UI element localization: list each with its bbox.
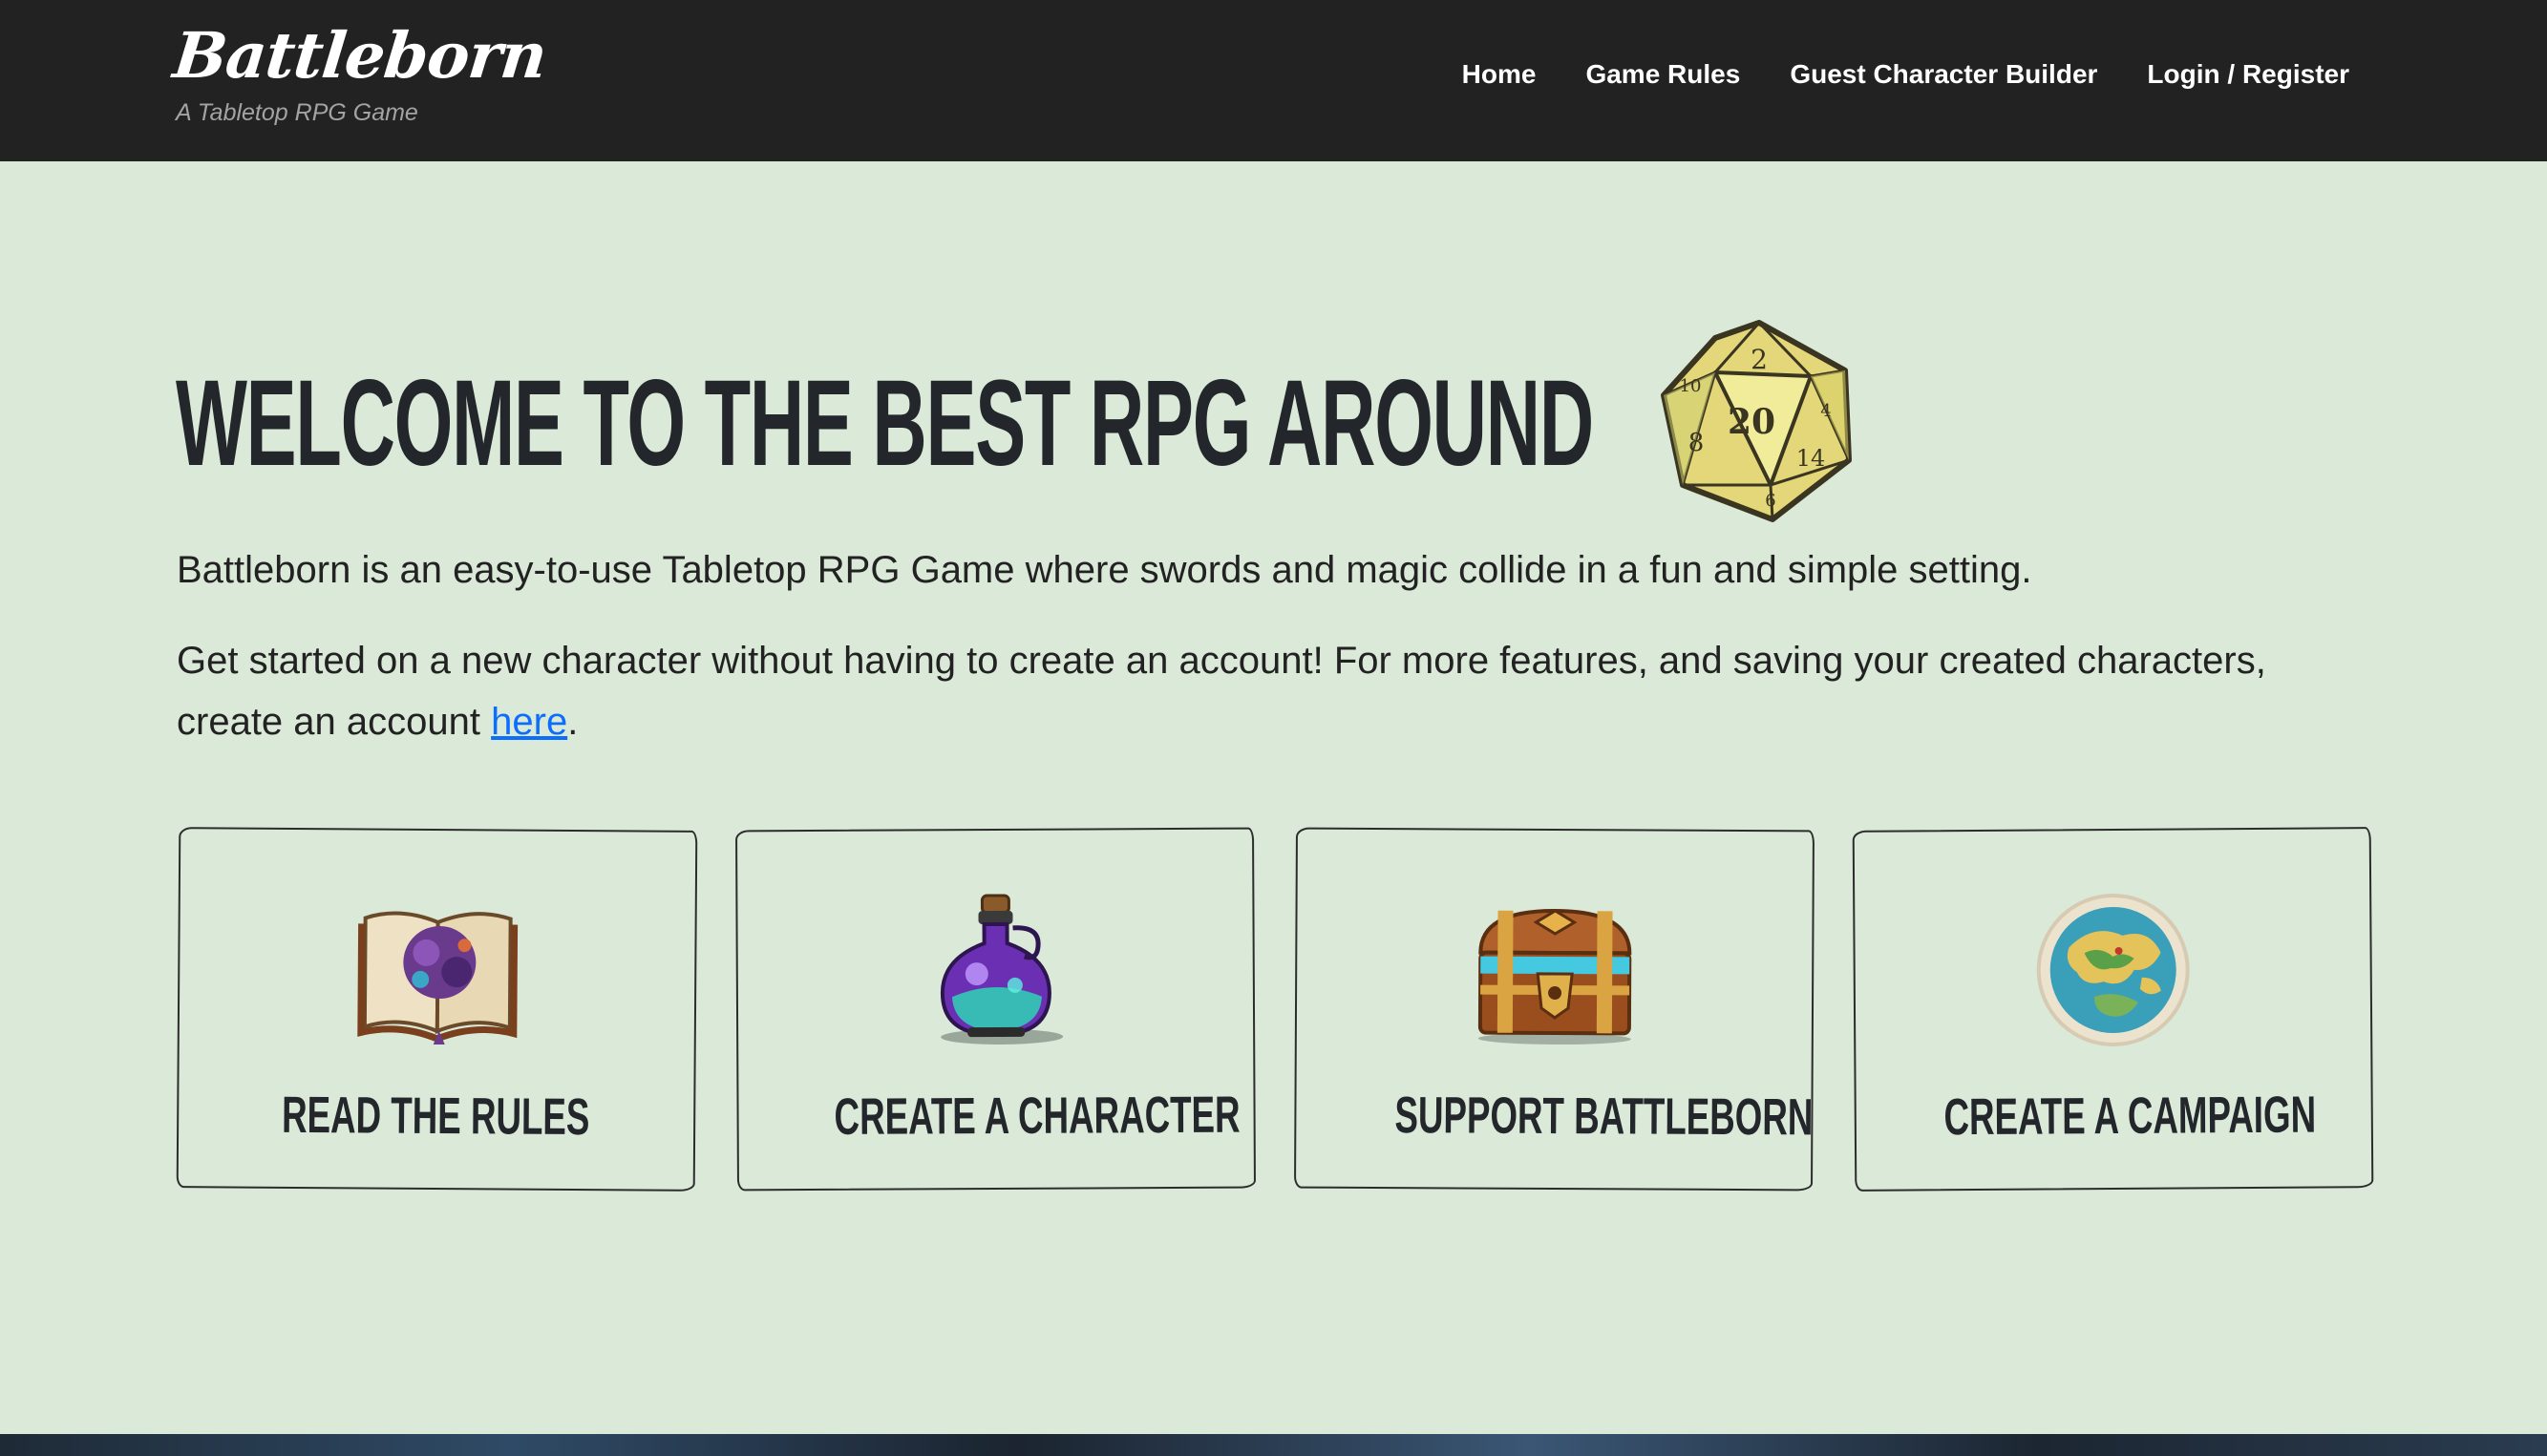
svg-text:8: 8 (1688, 429, 1705, 457)
treasure-chest-icon (1477, 909, 1631, 1045)
create-campaign-card[interactable]: CREATE A CAMPAIGN (1852, 827, 2374, 1192)
site-logo[interactable]: Battleborn (170, 17, 550, 94)
svg-text:20: 20 (1728, 402, 1775, 442)
cta-period: . (567, 701, 579, 743)
nav-home[interactable]: Home (1462, 59, 1537, 90)
cta-paragraph: Get started on a new character without h… (177, 630, 2373, 752)
support-battleborn-label: SUPPORT BATTLEBORN (1394, 1087, 1814, 1147)
create-account-link[interactable]: here (491, 701, 567, 743)
create-character-card[interactable]: CREATE A CHARACTER (735, 827, 1256, 1192)
svg-text:2: 2 (1751, 344, 1768, 375)
svg-text:6: 6 (1765, 491, 1775, 511)
support-battleborn-card[interactable]: SUPPORT BATTLEBORN (1294, 827, 1815, 1192)
main-nav: Home Game Rules Guest Character Builder … (1462, 59, 2349, 90)
bottom-banner-image (0, 1434, 2547, 1456)
create-character-label: CREATE A CHARACTER (834, 1086, 1241, 1146)
svg-text:14: 14 (1796, 445, 1826, 472)
read-rules-label: READ THE RULES (282, 1086, 591, 1147)
nav-guest-character-builder[interactable]: Guest Character Builder (1790, 59, 2097, 90)
read-rules-card[interactable]: READ THE RULES (176, 827, 698, 1192)
svg-text:4: 4 (1820, 401, 1831, 421)
world-map-icon (2036, 894, 2190, 1047)
create-campaign-label: CREATE A CAMPAIGN (1943, 1086, 2317, 1147)
potion-icon (940, 894, 1063, 1045)
d20-dice-icon: 20 2 8 14 4 10 6 (1661, 320, 1852, 522)
page-title: WELCOME TO THE BEST RPG AROUND (176, 355, 1594, 492)
site-tagline: A Tabletop RPG Game (176, 99, 418, 126)
site-header: Battleborn A Tabletop RPG Game Home Game… (0, 0, 2547, 161)
intro-paragraph: Battleborn is an easy-to-use Tabletop RP… (177, 549, 2032, 591)
nav-game-rules[interactable]: Game Rules (1585, 59, 1740, 90)
spellbook-icon (356, 911, 518, 1045)
nav-login-register[interactable]: Login / Register (2147, 59, 2349, 90)
svg-text:10: 10 (1680, 376, 1702, 396)
